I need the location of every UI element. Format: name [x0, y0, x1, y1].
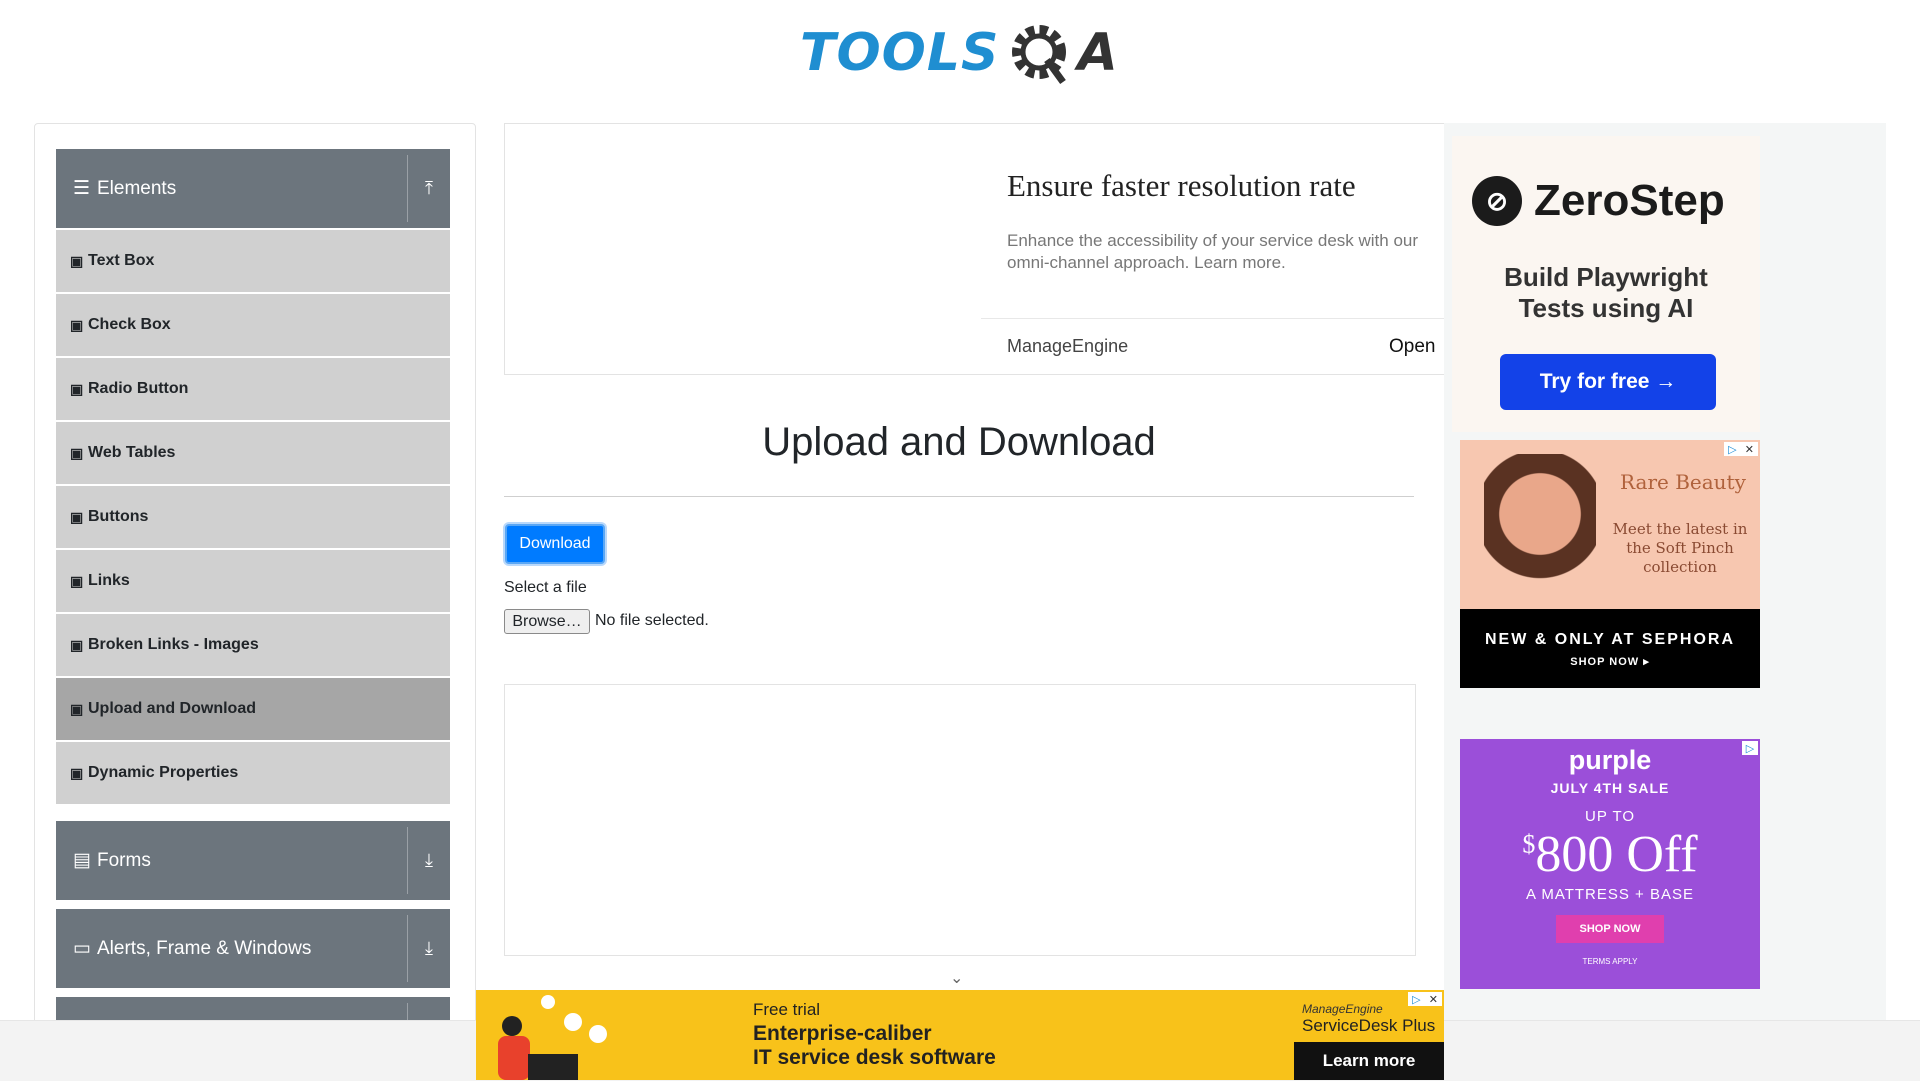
group-forms[interactable]: ▤ Forms ⤓: [56, 821, 450, 900]
hamburger-icon: ☰: [73, 178, 91, 199]
sidebar-item-upload-download[interactable]: ▣ Upload and Download: [56, 678, 450, 740]
ad-divider: [981, 318, 1445, 319]
shop-now-link[interactable]: SHOP NOW ▸: [1460, 655, 1760, 668]
sidebar-item-label: Web Tables: [88, 444, 176, 461]
bottom-ad-banner[interactable]: ▷ ✕ Free trial Enterprise-caliber IT serv…: [476, 990, 1444, 1080]
purple-offer-amount: 800 Off: [1535, 826, 1698, 883]
html-icon: ▣: [70, 316, 84, 333]
zerostep-ad[interactable]: ⊘ ZeroStep Build Playwright Tests using …: [1452, 136, 1760, 432]
sidebar-item-buttons[interactable]: ▣ Buttons: [56, 486, 450, 548]
sidebar-item-broken-links[interactable]: ▣ Broken Links - Images: [56, 614, 450, 676]
expand-down-icon[interactable]: ⤓: [416, 821, 442, 900]
html-icon: ▣: [70, 380, 84, 397]
group-elements[interactable]: ☰ Elements ⤒: [56, 149, 450, 228]
zerostep-brand: ZeroStep: [1534, 176, 1725, 225]
group-title: Elements: [97, 177, 177, 199]
html-icon: ▣: [70, 764, 84, 781]
purple-product: A MATTRESS + BASE: [1525, 886, 1695, 903]
sidebar-item-label: Links: [88, 572, 130, 589]
sidebar-item-web-tables[interactable]: ▣ Web Tables: [56, 422, 450, 484]
sidebar-item-radio-button[interactable]: ▣ Radio Button: [56, 358, 450, 420]
ad-body: Enhance the accessibility of your servic…: [1007, 231, 1419, 272]
rare-beauty-ad[interactable]: ▷ ✕ Rare Beauty Meet the latest in the So…: [1460, 440, 1760, 688]
sidebar-item-label: Buttons: [88, 508, 149, 525]
divider: [407, 1003, 408, 1021]
window-icon: ▭: [73, 938, 91, 959]
ad-brand: ManageEngine: [1007, 336, 1129, 356]
file-status-text: No file selected.: [595, 612, 709, 629]
download-button[interactable]: Download: [505, 524, 605, 564]
rare-beauty-brand: Rare Beauty: [1620, 470, 1746, 494]
group-title: Alerts, Frame & Windows: [97, 937, 312, 959]
purple-ad[interactable]: ▷ purple JULY 4TH SALE UP TO $800 Off A …: [1460, 739, 1760, 989]
try-for-free-button[interactable]: Try for free →: [1500, 354, 1716, 410]
sidebar-item-label: Radio Button: [88, 380, 189, 397]
zerostep-logo-icon: ⊘: [1472, 176, 1522, 226]
html-icon: ▣: [70, 444, 84, 461]
purple-offer: $800 Off: [1460, 825, 1760, 884]
bottom-ad-free-trial: Free trial: [753, 1000, 821, 1019]
ad-open-link[interactable]: Open: [1389, 336, 1435, 358]
purple-shop-now-button[interactable]: SHOP NOW: [1556, 915, 1664, 943]
illustration-person-laptop: [498, 995, 607, 1080]
learn-more-button[interactable]: Learn more: [1294, 1042, 1444, 1080]
divider: [407, 915, 408, 982]
bottom-ad-line1: Enterprise-caliber: [753, 1022, 932, 1045]
divider: [407, 827, 408, 894]
page-title: Upload and Download: [762, 420, 1156, 464]
html-icon: ▣: [70, 252, 84, 269]
logo-text-tools: TOOLS: [800, 23, 1000, 83]
form-icon: ▤: [73, 850, 91, 871]
sidebar-item-label: Dynamic Properties: [88, 764, 239, 781]
adchoices-icon[interactable]: ▷: [1742, 741, 1758, 755]
model-photo: [1484, 454, 1596, 604]
ad-placeholder-frame: [504, 684, 1416, 956]
html-icon: ▣: [70, 508, 84, 525]
ad-headline: Ensure faster resolution rate: [1007, 168, 1356, 203]
sephora-band: NEW & ONLY AT SEPHORA SHOP NOW ▸: [1460, 609, 1760, 688]
zerostep-tagline-2: Tests using AI: [1518, 293, 1694, 323]
bottom-ad-vendor: ManageEngine: [1302, 1002, 1383, 1016]
sidebar-item-label: Check Box: [88, 316, 171, 333]
expand-down-icon[interactable]: ⤓: [416, 909, 442, 988]
rare-beauty-copy: Meet the latest in the Soft Pinch collec…: [1612, 520, 1748, 576]
html-icon: ▣: [70, 700, 84, 717]
collapse-up-icon[interactable]: ⤒: [416, 149, 442, 228]
title-divider: [504, 496, 1414, 497]
html-icon: ▣: [70, 572, 84, 589]
zerostep-tagline-1: Build Playwright: [1504, 262, 1708, 292]
logo-text-a: A: [1077, 23, 1118, 83]
browse-button[interactable]: Browse…: [504, 609, 590, 634]
purple-currency: $: [1522, 829, 1536, 859]
toolsqa-logo[interactable]: TOOLS A: [800, 14, 1130, 92]
group-alerts-frame-windows[interactable]: ▭ Alerts, Frame & Windows ⤓: [56, 909, 450, 988]
sidebar-item-label: Upload and Download: [88, 700, 256, 717]
sidebar-item-check-box[interactable]: ▣ Check Box: [56, 294, 450, 356]
bottom-ad-product: ServiceDesk Plus: [1302, 1016, 1436, 1035]
top-ad-banner[interactable]: Ensure faster resolution rate Enhance th…: [504, 123, 1446, 375]
purple-sale: JULY 4TH SALE: [1550, 780, 1670, 796]
purple-logo: purple: [1568, 745, 1652, 775]
select-file-label: Select a file: [504, 579, 587, 596]
sephora-line: NEW & ONLY AT SEPHORA: [1484, 631, 1736, 648]
sidebar-item-links[interactable]: ▣ Links: [56, 550, 450, 612]
html-icon: ▣: [70, 636, 84, 653]
purple-terms: TERMS APPLY: [1582, 957, 1638, 966]
sidebar-item-text-box[interactable]: ▣ Text Box: [56, 230, 450, 292]
sidebar-item-label: Text Box: [88, 252, 155, 269]
bottom-ad-line2: IT service desk software: [753, 1046, 996, 1069]
purple-upto: UP TO: [1584, 808, 1636, 825]
adchoices-icon[interactable]: ▷ ✕: [1724, 442, 1758, 456]
sidebar-item-label: Broken Links - Images: [88, 636, 259, 653]
gear-q-icon: [1012, 25, 1067, 85]
sidebar-item-dynamic-properties[interactable]: ▣ Dynamic Properties: [56, 742, 450, 804]
group-title: Forms: [97, 849, 151, 871]
chevron-down-icon[interactable]: ⌄: [950, 968, 963, 988]
divider: [407, 155, 408, 222]
adchoices-icon[interactable]: ▷ ✕: [1408, 992, 1442, 1006]
